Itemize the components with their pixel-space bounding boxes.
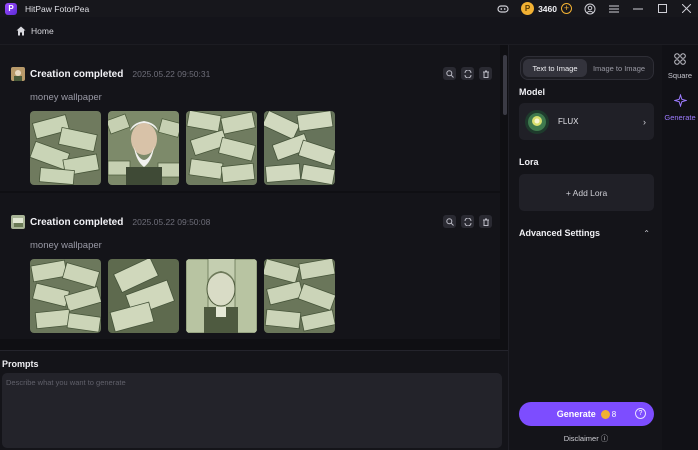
regenerate-icon[interactable] — [461, 67, 474, 80]
card-prompt: money wallpaper — [30, 240, 102, 251]
delete-icon[interactable] — [479, 67, 492, 80]
delete-icon[interactable] — [479, 215, 492, 228]
advanced-settings-title[interactable]: Advanced Settings — [519, 228, 600, 238]
result-image[interactable] — [30, 259, 101, 333]
creation-thumbnail — [11, 215, 25, 229]
result-image[interactable] — [108, 111, 179, 185]
disclaimer-label: Disclaimer — [563, 434, 599, 443]
creation-card: Creation completed 2025.05.22 09:50:08 m… — [0, 193, 500, 339]
discord-icon[interactable] — [496, 2, 510, 16]
card-prompt: money wallpaper — [30, 92, 102, 103]
chevron-up-icon[interactable]: ⌃ — [643, 229, 650, 238]
creation-feed: Creation completed 2025.05.22 09:50:31 m… — [0, 45, 508, 350]
sidenav-label: Square — [667, 70, 693, 80]
result-image[interactable] — [186, 259, 257, 333]
lora-section-title: Lora — [519, 157, 539, 167]
feed-scrollbar[interactable] — [503, 55, 507, 115]
sidenav-item-generate[interactable]: Generate — [662, 89, 698, 127]
tab-image-to-image[interactable]: Image to Image — [587, 59, 651, 77]
coin-icon: P — [521, 2, 535, 15]
image-results — [30, 259, 342, 333]
card-actions — [438, 67, 492, 80]
plus-icon[interactable]: + — [561, 3, 572, 14]
model-thumbnail — [525, 109, 549, 134]
creation-card: Creation completed 2025.05.22 09:50:31 m… — [0, 45, 500, 191]
model-selector[interactable]: FLUX › — [519, 103, 654, 140]
model-name: FLUX — [558, 117, 579, 126]
credit-balance: 3460 — [538, 3, 557, 14]
credits-display[interactable]: P 3460 + — [521, 2, 572, 15]
result-image[interactable] — [264, 111, 335, 185]
generate-button[interactable]: Generate 8 ? — [519, 402, 654, 426]
result-image[interactable] — [108, 259, 179, 333]
card-title: Creation completed — [30, 68, 124, 80]
generate-label: Generate — [556, 409, 596, 419]
side-nav: Square Generate — [662, 45, 698, 450]
settings-panel: Text to Image Image to Image Model FLUX … — [508, 45, 662, 450]
disclaimer-link[interactable]: Disclaimer ⓘ — [509, 433, 663, 444]
title-bar: P HitPaw FotorPea P 3460 + — [0, 0, 698, 17]
prompts-title: Prompts — [2, 359, 39, 369]
coin-icon — [600, 409, 610, 419]
regenerate-icon[interactable] — [461, 215, 474, 228]
model-section-title: Model — [519, 87, 545, 97]
title-bar-controls: P 3460 + — [491, 0, 698, 17]
card-actions — [438, 215, 492, 228]
result-image[interactable] — [264, 259, 335, 333]
tab-text-to-image[interactable]: Text to Image — [523, 59, 587, 77]
zoom-icon[interactable] — [443, 67, 456, 80]
card-title: Creation completed — [30, 216, 124, 228]
help-icon[interactable]: ? — [635, 408, 646, 419]
chevron-right-icon: › — [643, 116, 646, 127]
creation-thumbnail — [11, 67, 25, 81]
menu-icon[interactable] — [607, 2, 621, 16]
prompt-input[interactable]: Describe what you want to generate — [2, 373, 502, 448]
grid-icon — [674, 52, 686, 68]
maximize-icon[interactable] — [655, 2, 669, 16]
result-image[interactable] — [186, 111, 257, 185]
home-icon[interactable] — [16, 26, 26, 36]
sidenav-label: Generate — [664, 113, 696, 122]
breadcrumb: Home — [0, 17, 698, 45]
mode-tabs: Text to Image Image to Image — [520, 56, 654, 80]
image-results — [30, 111, 342, 185]
sidenav-item-square[interactable]: Square — [662, 47, 698, 85]
card-header: Creation completed 2025.05.22 09:50:31 — [11, 67, 210, 81]
card-timestamp: 2025.05.22 09:50:08 — [132, 217, 211, 227]
card-header: Creation completed 2025.05.22 09:50:08 — [11, 215, 210, 229]
sparkle-icon — [672, 93, 688, 110]
user-icon[interactable] — [583, 2, 597, 16]
minimize-icon[interactable] — [631, 2, 645, 16]
prompts-section: Prompts Describe what you want to genera… — [0, 350, 508, 450]
add-lora-button[interactable]: + Add Lora — [519, 174, 654, 211]
result-image[interactable] — [30, 111, 101, 185]
card-timestamp: 2025.05.22 09:50:31 — [132, 69, 211, 79]
home-link[interactable]: Home — [31, 26, 54, 36]
generate-cost: 8 — [611, 409, 617, 419]
app-logo-icon: P — [5, 2, 17, 15]
close-icon[interactable] — [679, 2, 693, 16]
info-icon: ⓘ — [600, 434, 609, 443]
app-title: HitPaw FotorPea — [25, 3, 90, 14]
zoom-icon[interactable] — [443, 215, 456, 228]
